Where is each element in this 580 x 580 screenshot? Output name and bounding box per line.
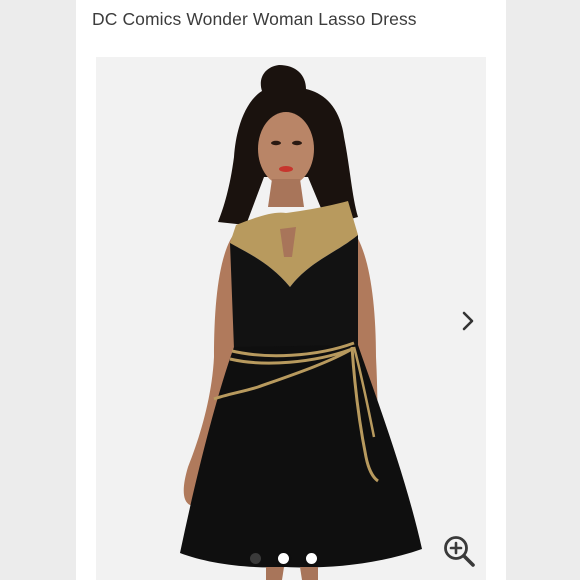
right-margin: [506, 0, 580, 580]
product-title: DC Comics Wonder Woman Lasso Dress: [92, 9, 417, 29]
pagination-dot-3[interactable]: [306, 552, 317, 564]
chevron-right-icon: [462, 311, 474, 331]
pagination-dot-2[interactable]: [278, 552, 289, 564]
pagination-dot-1[interactable]: [250, 552, 261, 564]
zoom-in-icon: [444, 536, 475, 567]
product-photo[interactable]: [96, 57, 486, 580]
image-pagination: [250, 551, 330, 565]
zoom-button[interactable]: [441, 533, 477, 569]
dress-model-image: [96, 57, 486, 580]
left-margin: [0, 0, 76, 580]
next-image-button[interactable]: [455, 306, 481, 336]
